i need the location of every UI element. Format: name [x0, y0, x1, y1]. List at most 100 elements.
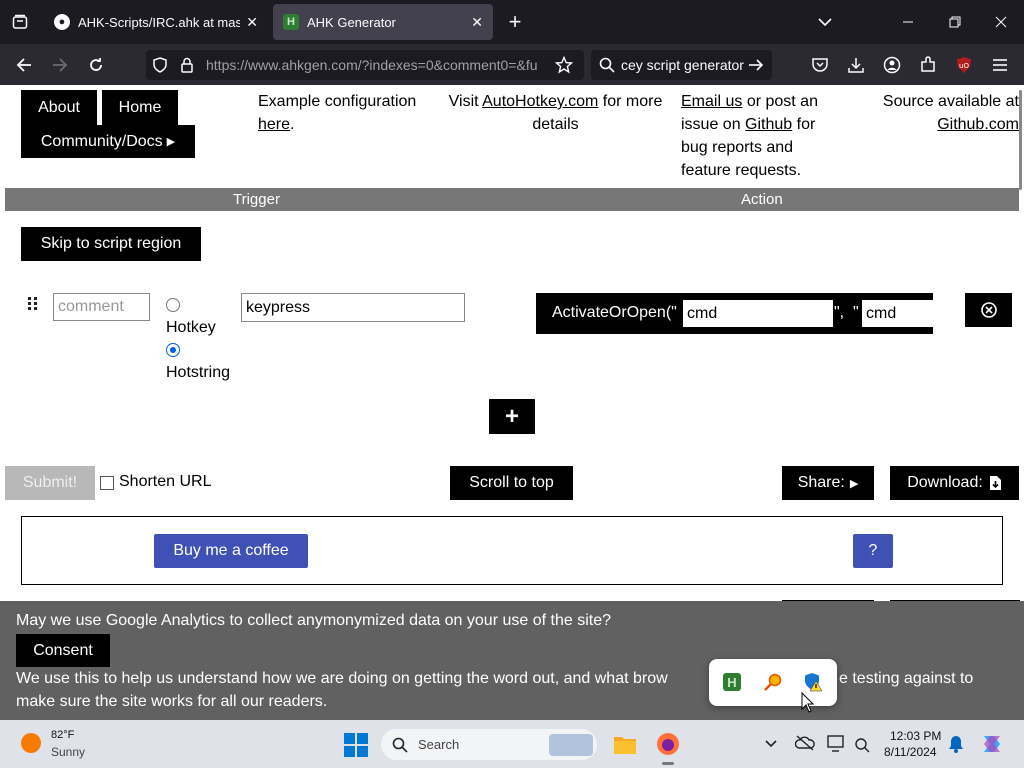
- consent-text-line: make sure the site works for all our rea…: [16, 693, 328, 710]
- bookmark-star-icon[interactable]: [552, 53, 576, 77]
- svg-text:uO: uO: [959, 62, 969, 70]
- hotkey-label: Hotkey: [166, 319, 216, 336]
- hotstring-label: Hotstring: [166, 364, 231, 381]
- windows-start-icon[interactable]: [344, 733, 368, 762]
- analytics-consent-banner: May we use Google Analytics to collect a…: [0, 601, 1024, 720]
- active-app-indicator: [662, 762, 674, 765]
- ahk-h-icon: H: [283, 14, 299, 30]
- clock-date[interactable]: 8/11/2024: [884, 745, 937, 759]
- caret-right-icon: ▶: [166, 136, 176, 148]
- visit-text: Visit AutoHotkey.com for more details: [448, 93, 663, 133]
- nav-home-button[interactable]: Home: [102, 90, 178, 125]
- download-button[interactable]: Download:: [890, 466, 1019, 500]
- window-title-input[interactable]: cmd: [683, 300, 833, 327]
- close-tab-icon[interactable]: ✕: [246, 14, 258, 31]
- display-icon[interactable]: [827, 735, 847, 758]
- autohotkey-tray-icon[interactable]: H: [723, 673, 741, 691]
- weather-desc: Sunny: [51, 745, 86, 759]
- hotstring-radio[interactable]: [166, 343, 180, 357]
- downloads-icon[interactable]: [844, 53, 868, 77]
- github-issue-link[interactable]: Github: [745, 116, 792, 133]
- community-label: Community/Docs: [40, 132, 163, 150]
- keypress-input[interactable]: keypress: [241, 293, 465, 322]
- new-tab-icon[interactable]: +: [503, 10, 527, 34]
- tab-overview-icon[interactable]: [8, 10, 32, 34]
- hotkey-radio[interactable]: [166, 298, 180, 312]
- taskbar-search-box[interactable]: Search: [381, 729, 597, 760]
- url-bar[interactable]: https://www.ahkgen.com/?indexes=0&commen…: [146, 50, 584, 80]
- action-header: Action: [741, 191, 783, 208]
- magnifier-tray-icon[interactable]: [763, 672, 783, 697]
- windows-taskbar: 82°F Sunny Search 12:03 PM 8/11/2024: [0, 720, 1024, 768]
- file-explorer-icon[interactable]: [613, 733, 637, 760]
- search-highlight-icon: [549, 734, 593, 756]
- clock-time[interactable]: 12:03 PM: [890, 729, 941, 743]
- minimize-icon[interactable]: [896, 10, 920, 34]
- github-source-link[interactable]: Github.com: [937, 116, 1019, 133]
- column-header-bar: Trigger Action: [5, 188, 1019, 211]
- share-button[interactable]: Share: ▶: [782, 466, 874, 500]
- email-text: Email us or post an issue on Github for …: [681, 93, 818, 179]
- tab-ahk-generator[interactable]: H AHK Generator ✕: [273, 4, 493, 40]
- back-arrow-icon[interactable]: [12, 53, 36, 77]
- ublock-origin-icon[interactable]: uO: [952, 53, 976, 77]
- shield-icon[interactable]: [148, 53, 172, 77]
- close-tab-icon[interactable]: ✕: [471, 14, 483, 31]
- add-row-button[interactable]: +: [489, 399, 535, 434]
- search-text: cey script generator: [621, 57, 744, 73]
- search-bar[interactable]: cey script generator: [591, 50, 772, 80]
- sun-weather-icon[interactable]: [21, 733, 41, 753]
- source-text: Source available at Github.com: [882, 93, 1019, 133]
- tab-title: AHK-Scripts/IRC.ahk at master: [78, 14, 241, 30]
- shorten-url-checkbox[interactable]: [100, 476, 114, 490]
- autohotkey-link[interactable]: AutoHotkey.com: [482, 93, 598, 110]
- pocket-icon[interactable]: [808, 53, 832, 77]
- close-window-icon[interactable]: [989, 10, 1013, 34]
- drag-handle-icon[interactable]: [26, 296, 40, 312]
- remove-row-button[interactable]: [965, 293, 1012, 327]
- email-us-link[interactable]: Email us: [681, 93, 742, 110]
- mouse-cursor-icon: [801, 691, 815, 719]
- consent-button[interactable]: Consent: [16, 634, 110, 667]
- consent-text-line: We use this to help us understand how we…: [16, 670, 668, 687]
- submit-button[interactable]: Submit!: [5, 466, 95, 500]
- taskbar-search-label: Search: [418, 737, 460, 752]
- tab-github[interactable]: ● AHK-Scripts/IRC.ahk at master ✕: [44, 4, 268, 40]
- restore-icon[interactable]: [943, 10, 967, 34]
- reload-icon[interactable]: [84, 53, 108, 77]
- show-hidden-icons-chevron-icon[interactable]: [764, 736, 778, 755]
- firefox-taskbar-icon[interactable]: [656, 732, 680, 761]
- lock-icon[interactable]: [175, 53, 199, 77]
- help-button[interactable]: ?: [853, 534, 893, 568]
- page-scrollbar[interactable]: [1019, 90, 1022, 190]
- tab-list-chevron-icon[interactable]: [813, 10, 837, 34]
- skip-to-script-button[interactable]: Skip to script region: [21, 227, 201, 261]
- comment-input[interactable]: comment: [53, 293, 150, 321]
- network-volume-icon[interactable]: [854, 735, 870, 758]
- notification-bell-icon[interactable]: [948, 735, 964, 758]
- account-icon[interactable]: [880, 53, 904, 77]
- buy-me-a-coffee-button[interactable]: Buy me a coffee: [154, 534, 308, 568]
- search-icon: [392, 737, 408, 753]
- tray-overflow-popup: H: [709, 659, 837, 706]
- shorten-url-label: Shorten URL: [119, 473, 212, 490]
- github-icon: ●: [54, 14, 70, 30]
- onedrive-offline-icon[interactable]: [794, 735, 815, 756]
- nav-community-docs-button[interactable]: Community/Docs ▶: [21, 125, 195, 158]
- trigger-header: Trigger: [233, 191, 280, 208]
- action-separator: ", ": [834, 304, 859, 321]
- nav-about-button[interactable]: About: [21, 90, 97, 125]
- forward-arrow-icon[interactable]: [48, 53, 72, 77]
- go-arrow-icon[interactable]: [744, 53, 768, 77]
- caret-right-icon: ▶: [849, 477, 859, 490]
- copilot-icon[interactable]: [980, 732, 1004, 761]
- menu-hamburger-icon[interactable]: [988, 53, 1012, 77]
- consent-question: May we use Google Analytics to collect a…: [16, 612, 611, 629]
- extensions-icon[interactable]: [916, 53, 940, 77]
- share-label: Share:: [797, 474, 845, 491]
- action-block: ActivateOrOpen(" cmd ", " cmd: [536, 293, 933, 334]
- program-input[interactable]: cmd: [862, 300, 933, 327]
- scroll-to-top-button[interactable]: Scroll to top: [450, 466, 573, 500]
- browser-tab-bar: ● AHK-Scripts/IRC.ahk at master ✕ H AHK …: [0, 0, 1024, 44]
- example-here-link[interactable]: here: [258, 116, 290, 133]
